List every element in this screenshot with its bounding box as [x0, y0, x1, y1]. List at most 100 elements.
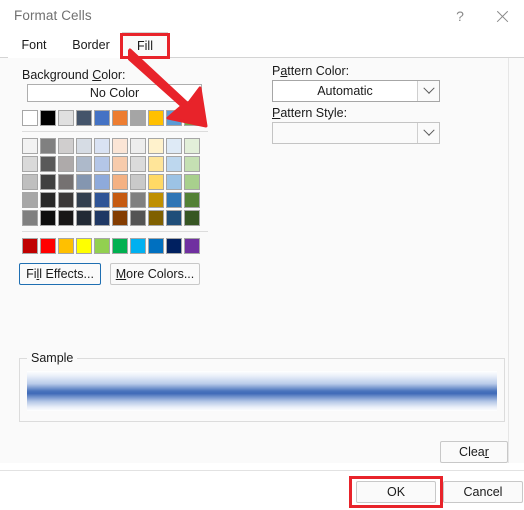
color-swatch-variant-3-2[interactable]	[58, 192, 74, 208]
color-swatch-variant-2-9[interactable]	[184, 174, 200, 190]
palette-row-theme-base[interactable]	[22, 110, 208, 126]
color-swatch-variant-3-6[interactable]	[130, 192, 146, 208]
color-swatch-base-3[interactable]	[76, 110, 92, 126]
color-swatch-variant-4-2[interactable]	[58, 210, 74, 226]
no-color-button[interactable]: No Color	[27, 84, 202, 102]
color-swatch-variant-3-0[interactable]	[22, 192, 38, 208]
color-swatch-variant-3-8[interactable]	[166, 192, 182, 208]
color-swatch-standard-8[interactable]	[166, 238, 182, 254]
color-swatch-standard-7[interactable]	[148, 238, 164, 254]
color-swatch-base-1[interactable]	[40, 110, 56, 126]
tab-font[interactable]: Font	[8, 32, 60, 58]
color-swatch-variant-4-1[interactable]	[40, 210, 56, 226]
palette-row-variant-4[interactable]	[22, 210, 208, 226]
palette-row-standard[interactable]	[22, 238, 208, 254]
color-swatch-standard-6[interactable]	[130, 238, 146, 254]
color-swatch-variant-1-1[interactable]	[40, 156, 56, 172]
color-swatch-variant-0-5[interactable]	[112, 138, 128, 154]
window-title: Format Cells	[14, 8, 92, 23]
color-swatch-variant-2-1[interactable]	[40, 174, 56, 190]
ok-button[interactable]: OK	[356, 481, 436, 503]
color-swatch-variant-3-3[interactable]	[76, 192, 92, 208]
color-swatch-base-9[interactable]	[184, 110, 200, 126]
color-swatch-variant-0-4[interactable]	[94, 138, 110, 154]
color-swatch-variant-1-6[interactable]	[130, 156, 146, 172]
palette-theme-variants[interactable]	[22, 138, 208, 226]
color-swatch-variant-0-8[interactable]	[166, 138, 182, 154]
color-swatch-variant-2-3[interactable]	[76, 174, 92, 190]
color-swatch-variant-0-9[interactable]	[184, 138, 200, 154]
help-button[interactable]: ?	[444, 0, 476, 32]
color-swatch-variant-3-7[interactable]	[148, 192, 164, 208]
color-swatch-variant-0-6[interactable]	[130, 138, 146, 154]
color-swatch-variant-4-5[interactable]	[112, 210, 128, 226]
color-swatch-variant-1-5[interactable]	[112, 156, 128, 172]
color-swatch-standard-5[interactable]	[112, 238, 128, 254]
color-swatch-variant-4-0[interactable]	[22, 210, 38, 226]
color-swatch-variant-0-1[interactable]	[40, 138, 56, 154]
color-swatch-variant-0-2[interactable]	[58, 138, 74, 154]
color-swatch-standard-2[interactable]	[58, 238, 74, 254]
color-swatch-variant-1-4[interactable]	[94, 156, 110, 172]
color-swatch-variant-1-3[interactable]	[76, 156, 92, 172]
color-swatch-standard-9[interactable]	[184, 238, 200, 254]
color-swatch-variant-2-8[interactable]	[166, 174, 182, 190]
color-swatch-variant-0-0[interactable]	[22, 138, 38, 154]
close-button[interactable]	[486, 0, 518, 32]
color-swatch-base-8[interactable]	[166, 110, 182, 126]
background-color-label: Background Color:	[22, 68, 126, 82]
color-swatch-variant-2-7[interactable]	[148, 174, 164, 190]
color-swatch-variant-0-7[interactable]	[148, 138, 164, 154]
color-swatch-variant-3-1[interactable]	[40, 192, 56, 208]
more-colors-button[interactable]: More Colors...	[110, 263, 200, 285]
color-swatch-base-4[interactable]	[94, 110, 110, 126]
color-swatch-variant-4-3[interactable]	[76, 210, 92, 226]
color-swatch-variant-4-6[interactable]	[130, 210, 146, 226]
color-swatch-variant-4-9[interactable]	[184, 210, 200, 226]
color-swatch-variant-1-9[interactable]	[184, 156, 200, 172]
color-swatch-variant-1-8[interactable]	[166, 156, 182, 172]
color-swatch-variant-4-4[interactable]	[94, 210, 110, 226]
pattern-color-combobox[interactable]: Automatic	[272, 80, 440, 102]
color-swatch-variant-2-6[interactable]	[130, 174, 146, 190]
palette-separator-top	[22, 131, 208, 132]
color-swatch-variant-3-4[interactable]	[94, 192, 110, 208]
color-swatch-standard-4[interactable]	[94, 238, 110, 254]
chevron-down-icon[interactable]	[417, 123, 439, 143]
color-swatch-variant-2-2[interactable]	[58, 174, 74, 190]
palette-row-variant-0[interactable]	[22, 138, 208, 154]
fill-effects-label-pre: Fi	[26, 267, 37, 281]
color-swatch-variant-2-4[interactable]	[94, 174, 110, 190]
color-swatch-variant-1-0[interactable]	[22, 156, 38, 172]
fill-effects-button[interactable]: Fi l l Effects...	[19, 263, 101, 285]
color-swatch-base-6[interactable]	[130, 110, 146, 126]
palette-row-variant-2[interactable]	[22, 174, 208, 190]
tab-fill[interactable]: Fill	[122, 32, 168, 58]
color-swatch-variant-4-7[interactable]	[148, 210, 164, 226]
color-swatch-variant-1-7[interactable]	[148, 156, 164, 172]
sample-group-title: Sample	[27, 351, 78, 365]
tab-border[interactable]: Border	[60, 32, 122, 58]
color-swatch-variant-1-2[interactable]	[58, 156, 74, 172]
color-swatch-variant-2-0[interactable]	[22, 174, 38, 190]
pattern-style-combobox[interactable]	[272, 122, 440, 144]
color-swatch-variant-2-5[interactable]	[112, 174, 128, 190]
cancel-button[interactable]: Cancel	[443, 481, 523, 503]
color-swatch-standard-3[interactable]	[76, 238, 92, 254]
background-color-palette[interactable]	[22, 110, 208, 256]
color-swatch-variant-0-3[interactable]	[76, 138, 92, 154]
color-swatch-variant-3-5[interactable]	[112, 192, 128, 208]
clear-button[interactable]: Clea r	[440, 441, 508, 463]
color-swatch-variant-3-9[interactable]	[184, 192, 200, 208]
color-swatch-standard-0[interactable]	[22, 238, 38, 254]
chevron-down-icon[interactable]	[417, 81, 439, 101]
color-swatch-base-0[interactable]	[22, 110, 38, 126]
color-swatch-variant-4-8[interactable]	[166, 210, 182, 226]
palette-row-variant-1[interactable]	[22, 156, 208, 172]
color-swatch-standard-1[interactable]	[40, 238, 56, 254]
color-swatch-base-7[interactable]	[148, 110, 164, 126]
close-icon	[495, 9, 509, 23]
color-swatch-base-5[interactable]	[112, 110, 128, 126]
color-swatch-base-2[interactable]	[58, 110, 74, 126]
palette-row-variant-3[interactable]	[22, 192, 208, 208]
